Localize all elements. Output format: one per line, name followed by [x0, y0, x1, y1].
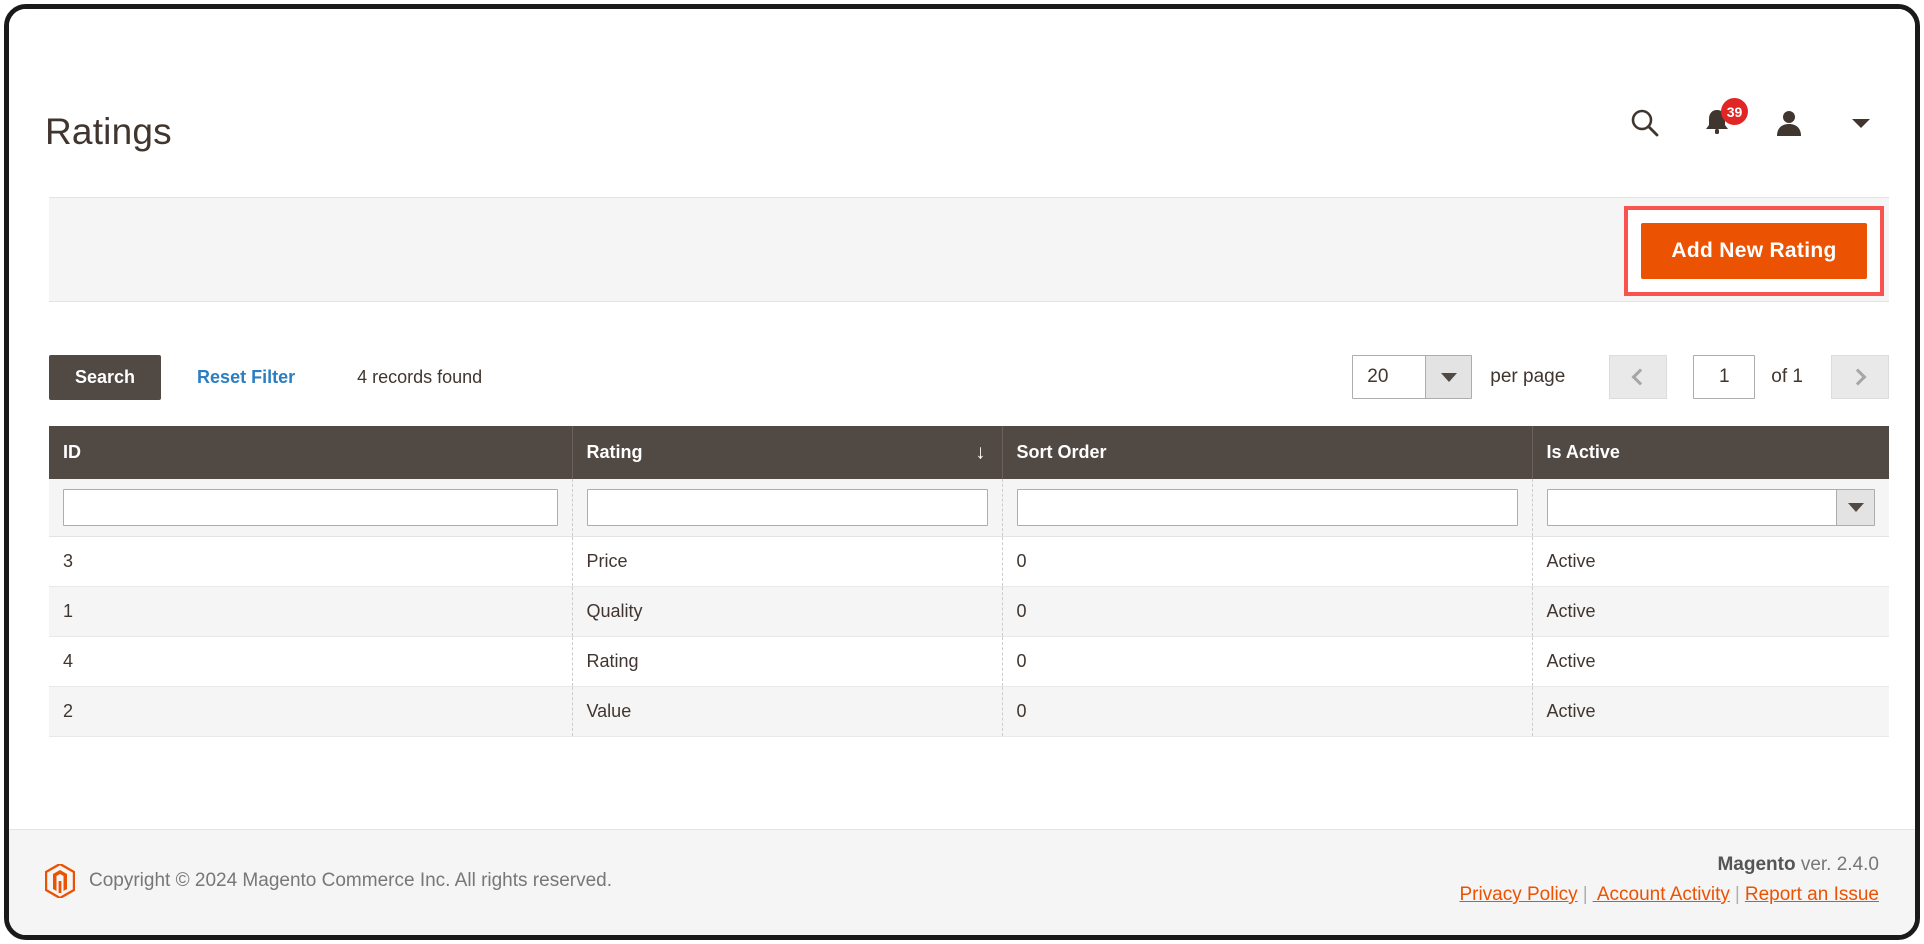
admin-header: Ratings 39	[9, 9, 1915, 189]
add-new-rating-highlight: Add New Rating	[1624, 206, 1884, 296]
cell-rating: Rating	[572, 636, 1003, 687]
column-header-rating-label: Rating	[586, 442, 643, 462]
cell-is-active: Active	[1532, 586, 1889, 637]
user-icon[interactable]	[1771, 105, 1807, 141]
footer-meta-group: Magento ver. 2.4.0 Privacy Policy | Accou…	[1459, 854, 1879, 906]
grid-header: ID Rating ↓ Sort Order Is Active	[49, 426, 1889, 479]
notification-count-badge: 39	[1721, 98, 1748, 125]
grid-toolbar: Search Reset Filter 4 records found 20 p…	[49, 349, 1889, 405]
filter-input-rating[interactable]	[586, 489, 988, 526]
footer-link-separator: |	[1582, 884, 1588, 905]
records-found-label: 4 records found	[357, 366, 483, 387]
sort-descending-icon: ↓	[975, 441, 986, 463]
column-header-id[interactable]: ID	[49, 426, 573, 479]
cell-id: 2	[49, 686, 573, 737]
previous-page-button[interactable]	[1609, 355, 1668, 399]
chevron-right-icon	[1849, 368, 1867, 386]
report-an-issue-link[interactable]: Report an Issue	[1745, 884, 1879, 905]
cell-is-active: Active	[1532, 686, 1889, 737]
grid-filter-row	[49, 479, 1889, 537]
column-header-sort-order-label: Sort Order	[1016, 442, 1107, 462]
cell-sort-order: 0	[1002, 586, 1533, 637]
current-page-input[interactable]	[1693, 355, 1756, 399]
table-row[interactable]: 3 Price 0 Active	[49, 536, 1889, 587]
filter-cell-is-active	[1532, 479, 1889, 537]
magento-version: Magento ver. 2.4.0	[1459, 854, 1879, 876]
chevron-down-icon	[1852, 118, 1870, 128]
account-dropdown-caret-icon[interactable]	[1843, 105, 1879, 141]
add-new-rating-button[interactable]: Add New Rating	[1641, 223, 1867, 279]
privacy-policy-link[interactable]: Privacy Policy	[1459, 884, 1577, 905]
table-row[interactable]: 1 Quality 0 Active	[49, 586, 1889, 637]
filter-select-is-active-value	[1548, 490, 1837, 525]
browser-window-frame: Ratings 39 Add New Rating Search Reset F…	[4, 4, 1920, 940]
page-actions-bar: Add New Rating	[49, 197, 1889, 302]
per-page-value: 20	[1367, 366, 1389, 387]
copyright-text: Copyright © 2024 Magento Commerce Inc. A…	[89, 870, 613, 891]
cell-id: 3	[49, 536, 573, 587]
caret-down-icon	[1440, 372, 1457, 382]
column-header-id-label: ID	[63, 442, 81, 462]
filter-cell-id	[49, 479, 573, 537]
cell-id: 4	[49, 636, 573, 687]
chevron-left-icon	[1631, 368, 1649, 386]
cell-is-active: Active	[1532, 636, 1889, 687]
admin-footer: Copyright © 2024 Magento Commerce Inc. A…	[9, 829, 1915, 935]
ratings-grid: ID Rating ↓ Sort Order Is Active 3 Price…	[49, 426, 1889, 737]
cell-rating: Price	[572, 536, 1003, 587]
cell-sort-order: 0	[1002, 686, 1533, 737]
footer-links: Privacy Policy | Account Activity | Report …	[1459, 884, 1879, 906]
footer-copyright-group: Copyright © 2024 Magento Commerce Inc. A…	[45, 864, 612, 898]
table-row[interactable]: 2 Value 0 Active	[49, 686, 1889, 737]
next-page-button[interactable]	[1831, 355, 1889, 399]
caret-down-icon	[1847, 503, 1864, 512]
cell-id: 1	[49, 586, 573, 637]
search-icon[interactable]	[1627, 105, 1663, 141]
admin-page: Ratings 39 Add New Rating Search Reset F…	[9, 9, 1915, 935]
table-row[interactable]: 4 Rating 0 Active	[49, 636, 1889, 687]
filter-input-sort-order[interactable]	[1016, 489, 1518, 526]
magento-brand-label: Magento	[1717, 854, 1796, 875]
column-header-sort-order[interactable]: Sort Order	[1002, 426, 1533, 479]
header-icon-group: 39	[1627, 98, 1879, 141]
footer-link-separator: |	[1734, 884, 1740, 905]
filter-cell-rating	[572, 479, 1003, 537]
grid-header-row: ID Rating ↓ Sort Order Is Active	[49, 426, 1889, 479]
column-header-is-active[interactable]: Is Active	[1532, 426, 1889, 479]
per-page-label: per page	[1490, 366, 1566, 387]
grid-body: 3 Price 0 Active 1 Quality 0 Active 4 Ra…	[49, 536, 1889, 737]
cell-is-active: Active	[1532, 536, 1889, 587]
grid-filter-section	[49, 479, 1889, 537]
cell-rating: Value	[572, 686, 1003, 737]
per-page-dropdown-arrow-icon[interactable]	[1425, 356, 1472, 398]
cell-rating: Quality	[572, 586, 1003, 637]
page-title: Ratings	[45, 111, 172, 152]
reset-filter-link[interactable]: Reset Filter	[197, 367, 295, 388]
grid-toolbar-left: Search Reset Filter 4 records found	[49, 349, 482, 405]
filter-cell-sort-order	[1002, 479, 1533, 537]
cell-sort-order: 0	[1002, 636, 1533, 687]
column-header-rating[interactable]: Rating ↓	[572, 426, 1003, 479]
column-header-is-active-label: Is Active	[1546, 442, 1620, 462]
magento-version-label: ver. 2.4.0	[1795, 854, 1879, 875]
filter-select-is-active[interactable]	[1546, 489, 1875, 526]
per-page-select[interactable]: 20	[1352, 355, 1473, 399]
filter-input-id[interactable]	[63, 489, 558, 526]
search-button[interactable]: Search	[49, 354, 162, 400]
filter-select-dropdown-arrow[interactable]	[1836, 490, 1874, 525]
grid-pagination: 20 per page of 1	[1352, 349, 1889, 405]
total-pages-label: of 1	[1771, 366, 1803, 387]
account-activity-link[interactable]: Account Activity	[1593, 884, 1730, 905]
bell-icon[interactable]: 39	[1699, 98, 1748, 141]
cell-sort-order: 0	[1002, 536, 1533, 587]
magento-logo-icon	[45, 864, 75, 898]
